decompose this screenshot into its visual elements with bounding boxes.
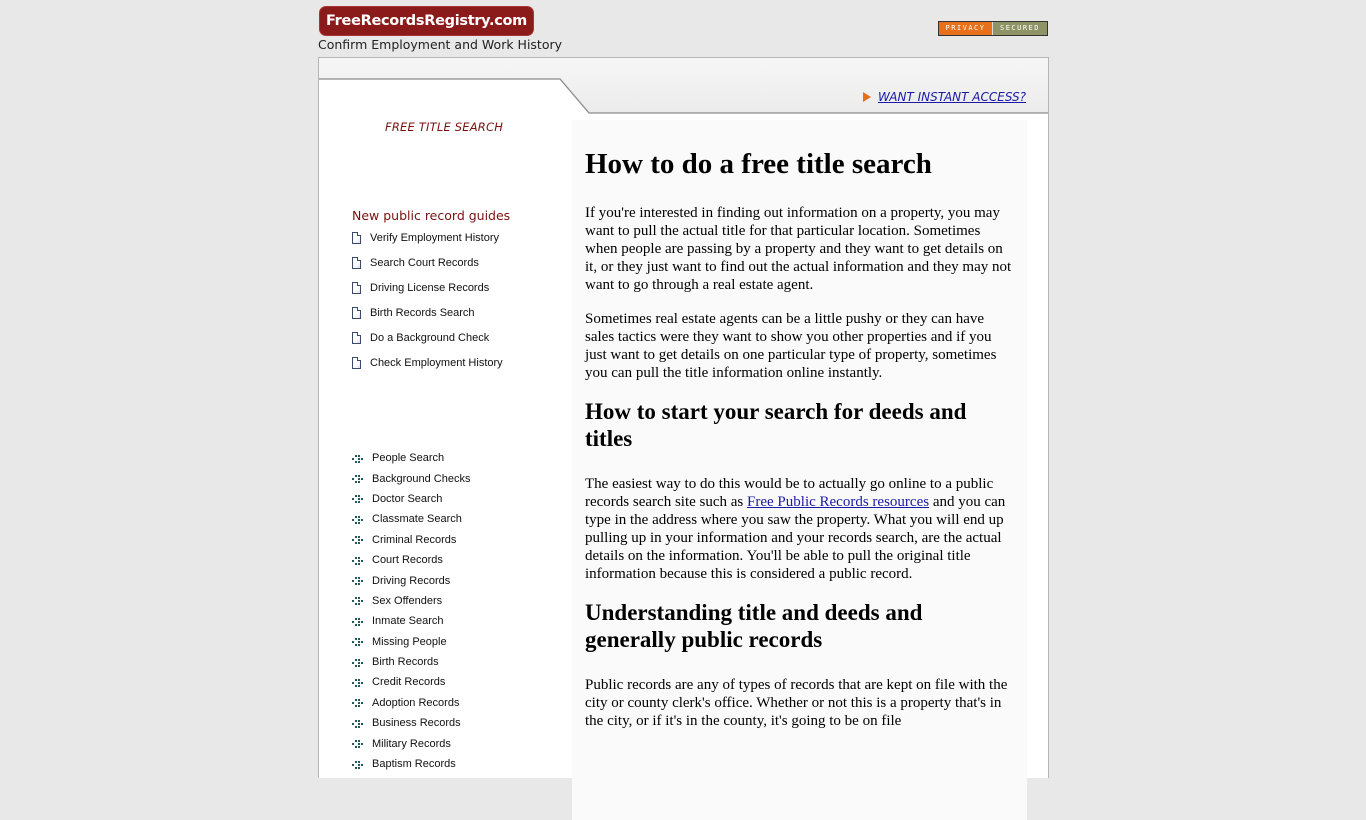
record-link-item: Inmate Search [352,611,470,631]
record-link[interactable]: Baptism Records [372,758,456,770]
dotted-arrow-icon [352,637,363,647]
document-icon [352,282,361,294]
record-link-item: Adoption Records [352,693,470,713]
dotted-arrow-icon [352,596,363,606]
record-link-item: Military Records [352,733,470,753]
record-link[interactable]: Background Checks [372,473,470,485]
guide-link[interactable]: Verify Employment History [370,232,499,244]
dotted-arrow-icon [352,739,363,749]
free-public-records-link[interactable]: Free Public Records resources [747,494,929,510]
guides-list: Verify Employment History Search Court R… [352,232,503,382]
dotted-arrow-icon [352,576,363,586]
document-icon [352,307,361,319]
record-link[interactable]: Business Records [372,717,461,729]
record-link-item: Driving Records [352,570,470,590]
record-link-item: Sex Offenders [352,591,470,611]
record-link-item: Baptism Records [352,754,470,774]
guide-link[interactable]: Driving License Records [370,282,489,294]
record-link[interactable]: Adoption Records [372,697,459,709]
dotted-arrow-icon [352,515,363,524]
guides-heading: New public record guides [352,208,511,223]
guide-item: Birth Records Search [352,307,503,332]
section-heading: Understanding title and deeds and genera… [585,600,923,653]
record-link[interactable]: People Search [372,452,444,464]
instant-access-cta: WANT INSTANT ACCESS? [862,90,1026,104]
guide-link[interactable]: Birth Records Search [370,307,475,319]
record-link[interactable]: Driving Records [372,575,450,587]
record-link-item: Background Checks [352,468,470,488]
guide-item: Check Employment History [352,357,503,382]
record-link[interactable]: Classmate Search [372,513,462,525]
record-link[interactable]: Birth Records [372,656,439,668]
article-paragraph: Sometimes real estate agents can be a li… [585,311,997,382]
guide-link[interactable]: Do a Background Check [370,332,489,344]
site-logo[interactable]: FreeRecordsRegistry.com [320,7,533,35]
article-title: How to do a free title search [585,148,932,180]
privacy-secured-badge: PRIVACY SECURED [938,21,1048,36]
guide-item: Driving License Records [352,282,503,307]
dotted-arrow-icon [352,678,363,687]
dotted-arrow-icon [352,698,363,708]
record-link-item: Doctor Search [352,489,470,509]
document-icon [352,257,361,269]
guide-item: Search Court Records [352,257,503,282]
dotted-arrow-icon [352,494,363,504]
sidebar-title: FREE TITLE SEARCH [385,120,504,134]
dotted-arrow-icon [352,454,363,463]
record-link[interactable]: Credit Records [372,676,445,688]
article: How to do a free title search If you're … [572,120,1027,730]
dotted-arrow-icon [352,719,363,728]
record-link[interactable]: Inmate Search [372,615,444,627]
record-link-item: Credit Records [352,672,470,692]
want-instant-access-link[interactable]: WANT INSTANT ACCESS? [878,90,1026,104]
guide-link[interactable]: Search Court Records [370,257,479,269]
document-icon [352,332,361,344]
guide-item: Verify Employment History [352,232,503,257]
dotted-arrow-icon [352,658,363,667]
record-link[interactable]: Court Records [372,554,443,566]
record-link-item: Business Records [352,713,470,733]
orange-arrow-icon [862,92,871,102]
article-paragraph: If you're interested in finding out info… [585,205,1012,294]
dotted-arrow-icon [352,535,363,545]
document-icon [352,357,361,369]
dotted-arrow-icon [352,760,363,769]
record-link-item: Classmate Search [352,509,470,529]
record-link[interactable]: Doctor Search [372,493,442,505]
badge-privacy: PRIVACY [939,22,992,35]
dotted-arrow-icon [352,474,363,484]
section-heading: How to start your search for deeds and t… [585,399,967,452]
record-link-item: People Search [352,448,470,468]
record-link-item: Missing People [352,632,470,652]
sidebar-tab-shape [319,78,1048,120]
record-link-item: Birth Records [352,652,470,672]
site-tagline: Confirm Employment and Work History [318,37,563,52]
record-link[interactable]: Criminal Records [372,534,456,546]
record-link[interactable]: Military Records [372,738,451,750]
page-frame: WANT INSTANT ACCESS? FREE TITLE SEARCH N… [318,57,1049,820]
record-links-list: People Search Background Checks Doctor Sea… [352,448,470,774]
article-paragraph: Public records are any of types of recor… [585,677,1008,730]
record-link-item: Criminal Records [352,530,470,550]
record-link[interactable]: Sex Offenders [372,595,442,607]
guide-item: Do a Background Check [352,332,503,357]
guide-link[interactable]: Check Employment History [370,357,503,369]
main-content: How to do a free title search If you're … [572,120,1027,820]
dotted-arrow-icon [352,556,363,565]
badge-secured: SECURED [992,22,1047,35]
article-paragraph: The easiest way to do this would be to a… [585,475,1014,583]
document-icon [352,232,361,244]
record-link-item: Court Records [352,550,470,570]
record-link[interactable]: Missing People [372,636,447,648]
dotted-arrow-icon [352,617,363,626]
